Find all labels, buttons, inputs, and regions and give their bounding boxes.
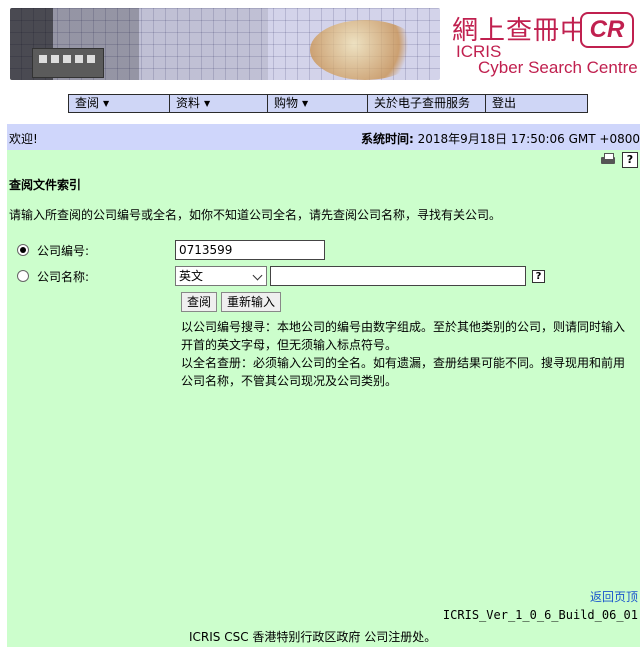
company-name-row: 公司名称: 英文 ? — [17, 266, 545, 286]
company-number-row: 公司编号: 0713599 — [17, 240, 325, 260]
menu-logout[interactable]: 登出 — [486, 95, 587, 112]
welcome-text: 欢迎! — [9, 132, 38, 146]
dropdown-arrow-icon: ▼ — [204, 99, 211, 108]
note-full-name: 以全名查册：必须输入公司的全名。如有遗漏，查册结果可能不同。搜寻现用和前用公司名… — [181, 356, 626, 388]
menu-info-label: 资料 — [176, 96, 201, 110]
menu-shopping[interactable]: 购物 ▼ — [268, 95, 368, 112]
company-number-label: 公司编号: — [37, 243, 90, 258]
form-buttons: 查阅 重新输入 — [181, 292, 282, 312]
menu-info[interactable]: 资料 ▼ — [170, 95, 268, 112]
company-name-radio[interactable] — [17, 270, 29, 282]
cr-logo: CR — [580, 12, 634, 48]
language-select[interactable]: 英文 — [175, 266, 267, 286]
build-version: ICRIS_Ver_1_0_6_Build_06_01 — [442, 608, 638, 622]
menu-about[interactable]: 关於电子查冊服务 — [368, 95, 486, 112]
system-time-label: 系统时间: — [361, 132, 414, 146]
footer-credit: ICRIS CSC 香港特别行政区政府 公司注册处。 — [189, 630, 437, 644]
company-number-radio[interactable] — [17, 244, 29, 256]
dropdown-arrow-icon: ▼ — [103, 99, 110, 108]
menu-shopping-label: 购物 — [274, 96, 299, 110]
company-name-label: 公司名称: — [37, 269, 90, 284]
system-time-value: 2018年9月18日 17:50:06 GMT +0800 — [417, 132, 640, 146]
dropdown-arrow-icon: ▼ — [302, 99, 309, 108]
banner-photo — [10, 8, 440, 80]
page-title: 查阅文件索引 — [9, 178, 82, 192]
company-number-input[interactable]: 0713599 — [175, 240, 325, 260]
help-icon[interactable]: ? — [532, 269, 545, 283]
main-menu: 查阅 ▼ 资料 ▼ 购物 ▼ 关於电子查冊服务 登出 — [68, 94, 588, 113]
menu-search[interactable]: 查阅 ▼ — [69, 95, 170, 112]
note-company-number: 以公司编号搜寻：本地公司的编号由数字组成。至於其他类别的公司，则请同时输入开首的… — [181, 320, 626, 352]
company-name-input[interactable] — [270, 266, 526, 286]
system-time: 系统时间: 2018年9月18日 17:50:06 GMT +0800 — [361, 130, 640, 147]
banner: 網上查冊中心 ICRIS Cyber Search Centre CR — [0, 0, 640, 86]
menu-about-label: 关於电子查冊服务 — [374, 96, 471, 110]
search-button[interactable]: 查阅 — [181, 292, 218, 312]
help-icon[interactable]: ? — [622, 152, 638, 168]
menu-search-label: 查阅 — [75, 96, 100, 110]
page-tools: ? — [600, 152, 638, 168]
globe-image — [310, 20, 420, 80]
tram-image — [32, 48, 104, 78]
back-to-top-link[interactable]: 返回页顶 — [590, 588, 638, 605]
printer-icon[interactable] — [600, 152, 616, 168]
menu-logout-label: 登出 — [492, 96, 517, 110]
banner-title-en2: Cyber Search Centre — [478, 58, 638, 77]
intro-text: 请输入所查阅的公司编号或全名，如你不知道公司全名，请先查阅公司名称，寻找有关公司… — [9, 208, 502, 222]
welcome-bar: 欢迎! 系统时间: 2018年9月18日 17:50:06 GMT +0800 — [7, 124, 640, 150]
content-area: 欢迎! 系统时间: 2018年9月18日 17:50:06 GMT +0800 … — [7, 124, 640, 647]
reset-button[interactable]: 重新输入 — [221, 292, 282, 312]
